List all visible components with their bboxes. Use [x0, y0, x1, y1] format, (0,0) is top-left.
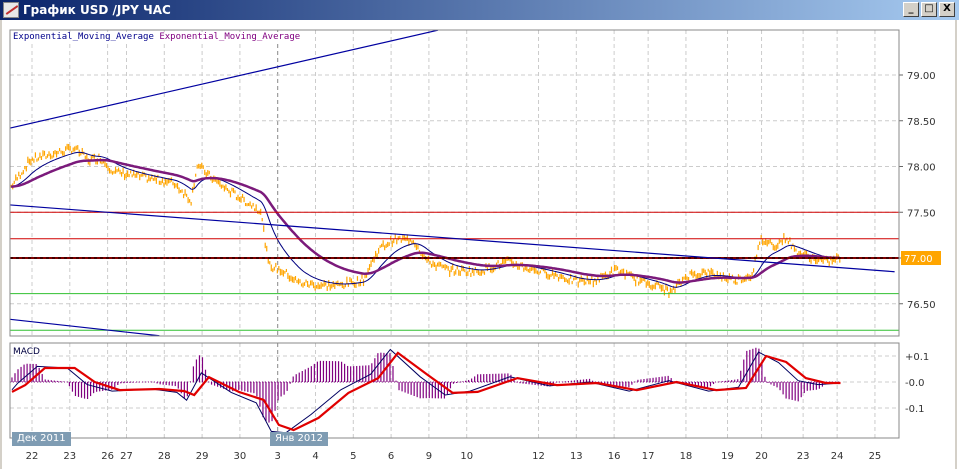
x-tick-label: 25: [869, 451, 882, 462]
x-tick-label: 30: [234, 451, 247, 462]
price-chart[interactable]: 22 23 26 27 28 29 30 3 4 5 6 9 10 12 13 16 17 18 19 20 23 24 2…: [0, 0, 959, 469]
macd-panel-label: MACD: [13, 347, 40, 357]
x-tick-label: 10: [460, 451, 473, 462]
x-tick-label: 5: [350, 451, 356, 462]
y-tick-label: 77.50: [907, 208, 936, 219]
main-panel-border: [9, 29, 900, 337]
x-tick-label: 13: [570, 451, 583, 462]
x-tick-label: 19: [721, 451, 734, 462]
x-tick-label: 6: [388, 451, 394, 462]
x-tick-label: 17: [642, 451, 655, 462]
x-tick-label: 26: [101, 451, 114, 462]
month-tag-jan: Янв 2012: [270, 432, 329, 446]
y-tick-label: 78.50: [907, 117, 936, 128]
trendline: [10, 30, 439, 129]
x-tick-label: 9: [426, 451, 432, 462]
x-tick-label: 16: [608, 451, 621, 462]
x-tick-label: 3: [275, 451, 281, 462]
indicator-legend: Exponential_Moving_Average Exponential_M…: [13, 32, 301, 42]
x-tick-label: 22: [26, 451, 39, 462]
macd-tick-label: -0.1: [905, 404, 925, 415]
y-tick-label: 78.00: [907, 163, 936, 174]
y-tick-label: 79.00: [907, 71, 936, 82]
legend-ema-slow[interactable]: Exponential_Moving_Average: [159, 32, 300, 42]
x-tick-label: 27: [120, 451, 133, 462]
x-tick-label: 20: [755, 451, 768, 462]
x-tick-label: 29: [196, 451, 209, 462]
month-tag-dec: Дек 2011: [12, 432, 71, 446]
macd-tick-label: -0.0: [905, 378, 925, 389]
ema-slow-line: [11, 158, 840, 284]
x-tick-label: 23: [63, 451, 76, 462]
x-tick-label: 18: [680, 451, 693, 462]
x-tick-label: 12: [532, 451, 545, 462]
x-tick-label: 23: [797, 451, 810, 462]
ema-fast-line: [11, 151, 840, 288]
legend-ema-fast[interactable]: Exponential_Moving_Average: [13, 32, 154, 42]
y-tick-label: 76.50: [907, 300, 936, 311]
macd-plot: [10, 343, 899, 438]
x-tick-label: 28: [158, 451, 171, 462]
x-tick-label: 4: [312, 451, 318, 462]
x-tick-label: 24: [831, 451, 844, 462]
current-price-label: 77.00: [904, 254, 933, 265]
macd-tick-label: +0.1: [905, 352, 929, 363]
main-plot: [10, 30, 899, 336]
